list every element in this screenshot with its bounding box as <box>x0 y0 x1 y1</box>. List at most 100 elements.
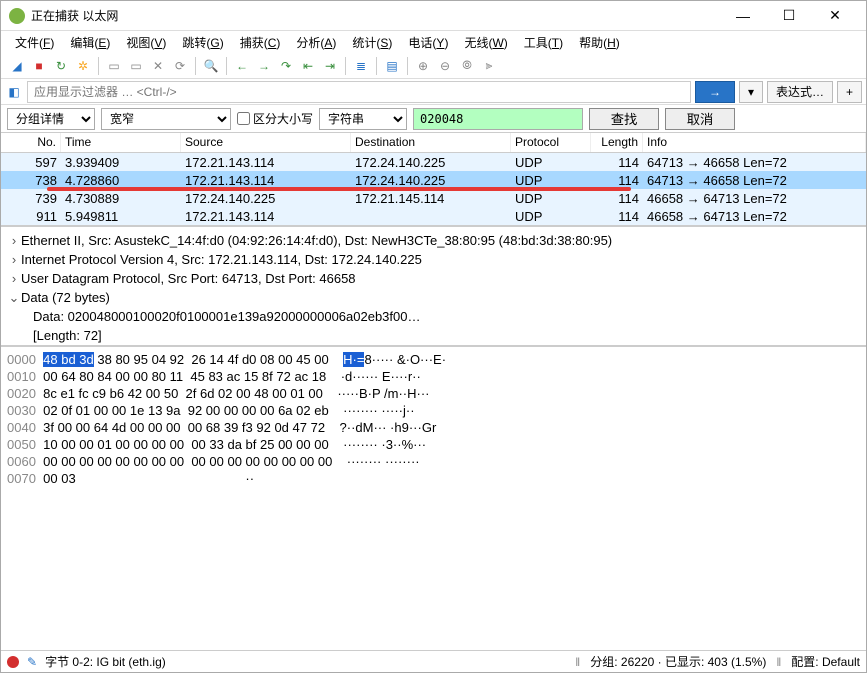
status-profile[interactable]: 配置: Default <box>791 653 860 670</box>
detail-line[interactable]: ›Ethernet II, Src: AsustekC_14:4f:d0 (04… <box>7 231 860 250</box>
cancel-button[interactable]: 取消 <box>665 108 735 130</box>
zoom-reset-icon[interactable]: ⦾ <box>457 56 477 76</box>
menu-h[interactable]: 帮助(H) <box>571 32 628 53</box>
hex-line[interactable]: 0040 3f 00 00 64 4d 00 00 00 00 68 39 f3… <box>7 419 860 436</box>
cell-info: 64713 → 46658 Len=72 <box>643 173 866 188</box>
go-forward-icon[interactable]: → <box>254 56 274 76</box>
cell-src: 172.21.143.114 <box>181 155 351 170</box>
detail-line[interactable]: ›Internet Protocol Version 4, Src: 172.2… <box>7 250 860 269</box>
edit-icon[interactable]: ✎ <box>27 655 37 669</box>
go-first-icon[interactable]: ⇤ <box>298 56 318 76</box>
open-file-icon[interactable]: ▭ <box>104 56 124 76</box>
resize-columns-icon[interactable]: ⫸ <box>479 56 499 76</box>
apply-filter-button[interactable]: → <box>695 81 735 103</box>
hex-line[interactable]: 0000 48 bd 3d 38 80 95 04 92 26 14 4f d0… <box>7 351 860 368</box>
find-button[interactable]: 查找 <box>589 108 659 130</box>
bookmark-icon[interactable]: ◧ <box>5 81 23 103</box>
hex-line[interactable]: 0020 8c e1 fc c9 b6 42 00 50 2f 6d 02 00… <box>7 385 860 402</box>
restart-capture-icon[interactable]: ↻ <box>51 56 71 76</box>
status-packets: 分组: 26220 · 已显示: 403 (1.5%) <box>590 653 766 670</box>
expand-caret-icon[interactable]: › <box>7 269 21 288</box>
cell-no: 597 <box>1 155 61 170</box>
col-source[interactable]: Source <box>181 133 351 152</box>
toolbar-separator <box>226 57 227 75</box>
zoom-in-icon[interactable]: ⊕ <box>413 56 433 76</box>
expand-caret-icon[interactable]: ⌄ <box>7 288 21 307</box>
cell-no: 911 <box>1 209 61 224</box>
minimize-button[interactable]: — <box>720 1 766 31</box>
add-filter-button[interactable]: + <box>837 81 862 103</box>
menu-v[interactable]: 视图(V) <box>118 32 174 53</box>
menu-g[interactable]: 跳转(G) <box>174 32 231 53</box>
detail-line[interactable]: ⌄Data (72 bytes) <box>7 288 860 307</box>
zoom-out-icon[interactable]: ⊖ <box>435 56 455 76</box>
auto-scroll-icon[interactable]: ≣ <box>351 56 371 76</box>
hex-line[interactable]: 0050 10 00 00 01 00 00 00 00 00 33 da bf… <box>7 436 860 453</box>
col-protocol[interactable]: Protocol <box>511 133 591 152</box>
packet-row[interactable]: 7384.728860172.21.143.114172.24.140.225U… <box>1 171 866 189</box>
display-filter-bar: ◧ → ▾ 表达式… + <box>1 79 866 105</box>
menu-e[interactable]: 编辑(E) <box>62 32 118 53</box>
start-capture-icon[interactable]: ◢ <box>7 56 27 76</box>
hex-line[interactable]: 0030 02 0f 01 00 00 1e 13 9a 92 00 00 00… <box>7 402 860 419</box>
menu-t[interactable]: 工具(T) <box>516 32 571 53</box>
menu-w[interactable]: 无线(W) <box>456 32 515 53</box>
go-to-packet-icon[interactable]: ↷ <box>276 56 296 76</box>
reload-icon[interactable]: ⟳ <box>170 56 190 76</box>
cell-no: 739 <box>1 191 61 206</box>
colorize-icon[interactable]: ▤ <box>382 56 402 76</box>
detail-text: [Length: 72] <box>33 328 102 343</box>
hex-line[interactable]: 0070 00 03 ·· <box>7 470 860 487</box>
col-info[interactable]: Info <box>643 133 866 152</box>
menu-a[interactable]: 分析(A) <box>288 32 344 53</box>
save-file-icon[interactable]: ▭ <box>126 56 146 76</box>
packet-bytes-pane[interactable]: 0000 48 bd 3d 38 80 95 04 92 26 14 4f d0… <box>1 347 866 650</box>
hex-line[interactable]: 0010 00 64 80 84 00 00 80 11 45 83 ac 15… <box>7 368 860 385</box>
cell-info: 46658 → 64713 Len=72 <box>643 191 866 206</box>
detail-line[interactable]: ›User Datagram Protocol, Src Port: 64713… <box>7 269 860 288</box>
search-value-input[interactable] <box>413 108 583 130</box>
search-type-select[interactable]: 字符串 <box>319 108 407 130</box>
go-last-icon[interactable]: ⇥ <box>320 56 340 76</box>
stop-capture-icon[interactable]: ■ <box>29 56 49 76</box>
cell-dst: 172.21.145.114 <box>351 191 511 206</box>
packet-row[interactable]: 5973.939409172.21.143.114172.24.140.225U… <box>1 153 866 171</box>
expand-caret-icon[interactable]: › <box>7 250 21 269</box>
menu-s[interactable]: 统计(S) <box>344 32 400 53</box>
search-scope-select[interactable]: 分组详情 <box>7 108 95 130</box>
hex-line[interactable]: 0060 00 00 00 00 00 00 00 00 00 00 00 00… <box>7 453 860 470</box>
menubar: 文件(F)编辑(E)视图(V)跳转(G)捕获(C)分析(A)统计(S)电话(Y)… <box>1 31 866 53</box>
maximize-button[interactable]: ☐ <box>766 1 812 31</box>
display-filter-input[interactable] <box>27 81 691 103</box>
detail-line[interactable]: [Length: 72] <box>7 326 860 345</box>
col-destination[interactable]: Destination <box>351 133 511 152</box>
case-checkbox-input[interactable] <box>237 112 250 125</box>
close-button[interactable]: ✕ <box>812 1 858 31</box>
find-icon[interactable]: 🔍 <box>201 56 221 76</box>
window-title: 正在捕获 以太网 <box>31 7 720 24</box>
bookmark-dropdown-button[interactable]: ▾ <box>739 81 763 103</box>
cell-dst: 172.24.140.225 <box>351 155 511 170</box>
find-bar: 分组详情 宽窄 区分大小写 字符串 查找 取消 <box>1 105 866 133</box>
packet-row[interactable]: 7394.730889172.24.140.225172.21.145.114U… <box>1 189 866 207</box>
capture-options-icon[interactable]: ✲ <box>73 56 93 76</box>
packet-row[interactable]: 9115.949811172.21.143.114UDP11446658 → 6… <box>1 207 866 225</box>
col-length[interactable]: Length <box>591 133 643 152</box>
close-file-icon[interactable]: ✕ <box>148 56 168 76</box>
go-back-icon[interactable]: ← <box>232 56 252 76</box>
menu-f[interactable]: 文件(F) <box>7 32 62 53</box>
toolbar-separator <box>376 57 377 75</box>
col-time[interactable]: Time <box>61 133 181 152</box>
packet-details-pane[interactable]: ›Ethernet II, Src: AsustekC_14:4f:d0 (04… <box>1 227 866 347</box>
case-sensitive-checkbox[interactable]: 区分大小写 <box>237 110 313 127</box>
search-width-select[interactable]: 宽窄 <box>101 108 231 130</box>
menu-c[interactable]: 捕获(C) <box>232 32 289 53</box>
col-no[interactable]: No. <box>1 133 61 152</box>
expression-button[interactable]: 表达式… <box>767 81 833 103</box>
expert-info-icon[interactable] <box>7 656 19 668</box>
detail-line[interactable]: Data: 020048000100020f0100001e139a920000… <box>7 307 860 326</box>
menu-y[interactable]: 电话(Y) <box>400 32 456 53</box>
case-label: 区分大小写 <box>253 110 313 127</box>
expand-caret-icon[interactable]: › <box>7 231 21 250</box>
cell-len: 114 <box>591 209 643 224</box>
